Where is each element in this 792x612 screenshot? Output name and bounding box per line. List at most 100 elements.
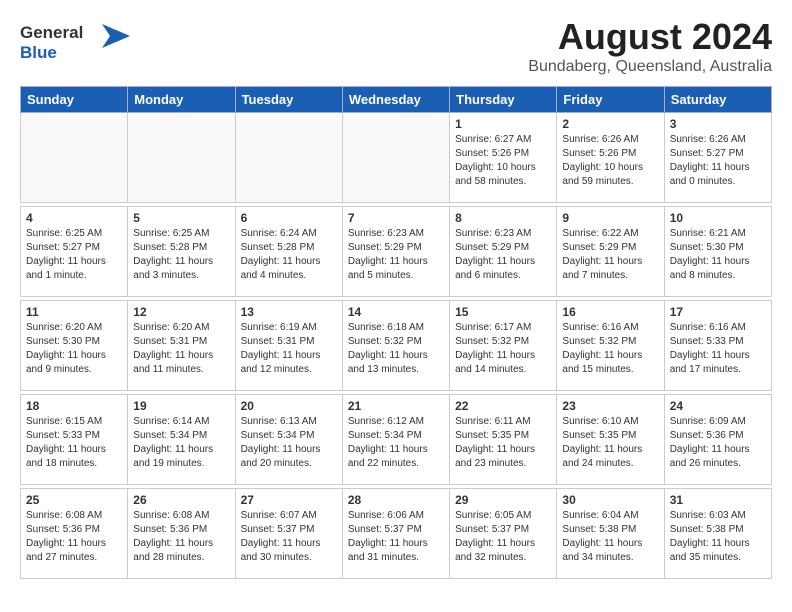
day-number: 11	[26, 305, 122, 319]
calendar-header-row: SundayMondayTuesdayWednesdayThursdayFrid…	[21, 87, 772, 113]
day-info: Sunrise: 6:13 AM Sunset: 5:34 PM Dayligh…	[241, 415, 337, 471]
day-number: 30	[562, 493, 658, 507]
calendar-cell: 29 Sunrise: 6:05 AM Sunset: 5:37 PM Dayli…	[450, 489, 557, 579]
day-info: Sunrise: 6:17 AM Sunset: 5:32 PM Dayligh…	[455, 321, 551, 377]
day-number: 1	[455, 117, 551, 131]
calendar-cell: 25 Sunrise: 6:08 AM Sunset: 5:36 PM Dayli…	[21, 489, 128, 579]
logo: General Blue	[20, 16, 130, 71]
calendar-header-thursday: Thursday	[450, 87, 557, 113]
calendar-header-wednesday: Wednesday	[342, 87, 449, 113]
day-number: 14	[348, 305, 444, 319]
calendar-cell: 19 Sunrise: 6:14 AM Sunset: 5:34 PM Dayli…	[128, 395, 235, 485]
day-number: 22	[455, 399, 551, 413]
day-info: Sunrise: 6:26 AM Sunset: 5:27 PM Dayligh…	[670, 133, 766, 189]
calendar-cell: 14 Sunrise: 6:18 AM Sunset: 5:32 PM Dayli…	[342, 301, 449, 391]
calendar-cell: 12Sunrise: 6:20 AM Sunset: 5:31 PM Dayli…	[128, 301, 235, 391]
day-info: Sunrise: 6:26 AM Sunset: 5:26 PM Dayligh…	[562, 133, 658, 189]
day-info: Sunrise: 6:19 AM Sunset: 5:31 PM Dayligh…	[241, 321, 337, 377]
day-number: 28	[348, 493, 444, 507]
day-info: Sunrise: 6:14 AM Sunset: 5:34 PM Dayligh…	[133, 415, 229, 471]
day-number: 3	[670, 117, 766, 131]
svg-text:General: General	[20, 23, 83, 42]
day-number: 29	[455, 493, 551, 507]
calendar-cell: 6 Sunrise: 6:24 AM Sunset: 5:28 PM Daylig…	[235, 207, 342, 297]
day-number: 25	[26, 493, 122, 507]
main-title: August 2024	[528, 16, 772, 58]
calendar-cell: 20 Sunrise: 6:13 AM Sunset: 5:34 PM Dayli…	[235, 395, 342, 485]
calendar-cell: 23Sunrise: 6:10 AM Sunset: 5:35 PM Dayli…	[557, 395, 664, 485]
day-number: 23	[562, 399, 658, 413]
title-section: August 2024 Bundaberg, Queensland, Austr…	[528, 16, 772, 76]
calendar-cell	[21, 113, 128, 203]
calendar-cell: 5Sunrise: 6:25 AM Sunset: 5:28 PM Daylig…	[128, 207, 235, 297]
svg-text:Blue: Blue	[20, 43, 57, 62]
day-info: Sunrise: 6:20 AM Sunset: 5:30 PM Dayligh…	[26, 321, 122, 377]
day-info: Sunrise: 6:16 AM Sunset: 5:33 PM Dayligh…	[670, 321, 766, 377]
day-number: 20	[241, 399, 337, 413]
calendar-cell: 1 Sunrise: 6:27 AM Sunset: 5:26 PM Daylig…	[450, 113, 557, 203]
calendar-cell: 15 Sunrise: 6:17 AM Sunset: 5:32 PM Dayli…	[450, 301, 557, 391]
calendar-week-1: 1 Sunrise: 6:27 AM Sunset: 5:26 PM Daylig…	[21, 113, 772, 203]
day-info: Sunrise: 6:11 AM Sunset: 5:35 PM Dayligh…	[455, 415, 551, 471]
day-info: Sunrise: 6:08 AM Sunset: 5:36 PM Dayligh…	[26, 509, 122, 565]
day-number: 24	[670, 399, 766, 413]
calendar-cell: 24 Sunrise: 6:09 AM Sunset: 5:36 PM Dayli…	[664, 395, 771, 485]
calendar-header-monday: Monday	[128, 87, 235, 113]
day-info: Sunrise: 6:09 AM Sunset: 5:36 PM Dayligh…	[670, 415, 766, 471]
day-number: 7	[348, 211, 444, 225]
day-number: 9	[562, 211, 658, 225]
calendar-table: SundayMondayTuesdayWednesdayThursdayFrid…	[20, 86, 772, 579]
calendar-cell: 13 Sunrise: 6:19 AM Sunset: 5:31 PM Dayli…	[235, 301, 342, 391]
day-number: 6	[241, 211, 337, 225]
calendar-cell: 18Sunrise: 6:15 AM Sunset: 5:33 PM Dayli…	[21, 395, 128, 485]
day-info: Sunrise: 6:25 AM Sunset: 5:28 PM Dayligh…	[133, 227, 229, 283]
calendar-cell: 16Sunrise: 6:16 AM Sunset: 5:32 PM Dayli…	[557, 301, 664, 391]
day-info: Sunrise: 6:07 AM Sunset: 5:37 PM Dayligh…	[241, 509, 337, 565]
day-info: Sunrise: 6:24 AM Sunset: 5:28 PM Dayligh…	[241, 227, 337, 283]
day-number: 19	[133, 399, 229, 413]
day-number: 26	[133, 493, 229, 507]
calendar-cell: 28 Sunrise: 6:06 AM Sunset: 5:37 PM Dayli…	[342, 489, 449, 579]
day-info: Sunrise: 6:12 AM Sunset: 5:34 PM Dayligh…	[348, 415, 444, 471]
day-number: 31	[670, 493, 766, 507]
calendar-cell: 30 Sunrise: 6:04 AM Sunset: 5:38 PM Dayli…	[557, 489, 664, 579]
day-info: Sunrise: 6:18 AM Sunset: 5:32 PM Dayligh…	[348, 321, 444, 377]
calendar-cell	[128, 113, 235, 203]
calendar-week-5: 25 Sunrise: 6:08 AM Sunset: 5:36 PM Dayli…	[21, 489, 772, 579]
calendar-week-3: 11 Sunrise: 6:20 AM Sunset: 5:30 PM Dayli…	[21, 301, 772, 391]
calendar-header-saturday: Saturday	[664, 87, 771, 113]
day-info: Sunrise: 6:23 AM Sunset: 5:29 PM Dayligh…	[348, 227, 444, 283]
day-info: Sunrise: 6:27 AM Sunset: 5:26 PM Dayligh…	[455, 133, 551, 189]
calendar-cell: 3 Sunrise: 6:26 AM Sunset: 5:27 PM Daylig…	[664, 113, 771, 203]
day-info: Sunrise: 6:23 AM Sunset: 5:29 PM Dayligh…	[455, 227, 551, 283]
calendar-cell: 7 Sunrise: 6:23 AM Sunset: 5:29 PM Daylig…	[342, 207, 449, 297]
day-number: 15	[455, 305, 551, 319]
header: General Blue August 2024 Bundaberg, Quee…	[20, 16, 772, 76]
calendar-cell: 21 Sunrise: 6:12 AM Sunset: 5:34 PM Dayli…	[342, 395, 449, 485]
day-info: Sunrise: 6:06 AM Sunset: 5:37 PM Dayligh…	[348, 509, 444, 565]
day-number: 21	[348, 399, 444, 413]
subtitle: Bundaberg, Queensland, Australia	[528, 58, 772, 76]
day-number: 27	[241, 493, 337, 507]
page-container: General Blue August 2024 Bundaberg, Quee…	[0, 0, 792, 595]
day-info: Sunrise: 6:04 AM Sunset: 5:38 PM Dayligh…	[562, 509, 658, 565]
calendar-cell: 8Sunrise: 6:23 AM Sunset: 5:29 PM Daylig…	[450, 207, 557, 297]
calendar-cell: 22 Sunrise: 6:11 AM Sunset: 5:35 PM Dayli…	[450, 395, 557, 485]
day-info: Sunrise: 6:25 AM Sunset: 5:27 PM Dayligh…	[26, 227, 122, 283]
calendar-cell	[342, 113, 449, 203]
day-info: Sunrise: 6:05 AM Sunset: 5:37 PM Dayligh…	[455, 509, 551, 565]
day-info: Sunrise: 6:08 AM Sunset: 5:36 PM Dayligh…	[133, 509, 229, 565]
calendar-cell: 10 Sunrise: 6:21 AM Sunset: 5:30 PM Dayli…	[664, 207, 771, 297]
calendar-cell: 11 Sunrise: 6:20 AM Sunset: 5:30 PM Dayli…	[21, 301, 128, 391]
day-number: 13	[241, 305, 337, 319]
day-info: Sunrise: 6:21 AM Sunset: 5:30 PM Dayligh…	[670, 227, 766, 283]
day-number: 17	[670, 305, 766, 319]
calendar-week-2: 4Sunrise: 6:25 AM Sunset: 5:27 PM Daylig…	[21, 207, 772, 297]
calendar-cell: 2 Sunrise: 6:26 AM Sunset: 5:26 PM Daylig…	[557, 113, 664, 203]
day-number: 10	[670, 211, 766, 225]
logo-text: General Blue	[20, 16, 130, 71]
day-info: Sunrise: 6:20 AM Sunset: 5:31 PM Dayligh…	[133, 321, 229, 377]
day-number: 16	[562, 305, 658, 319]
calendar-header-tuesday: Tuesday	[235, 87, 342, 113]
day-number: 2	[562, 117, 658, 131]
